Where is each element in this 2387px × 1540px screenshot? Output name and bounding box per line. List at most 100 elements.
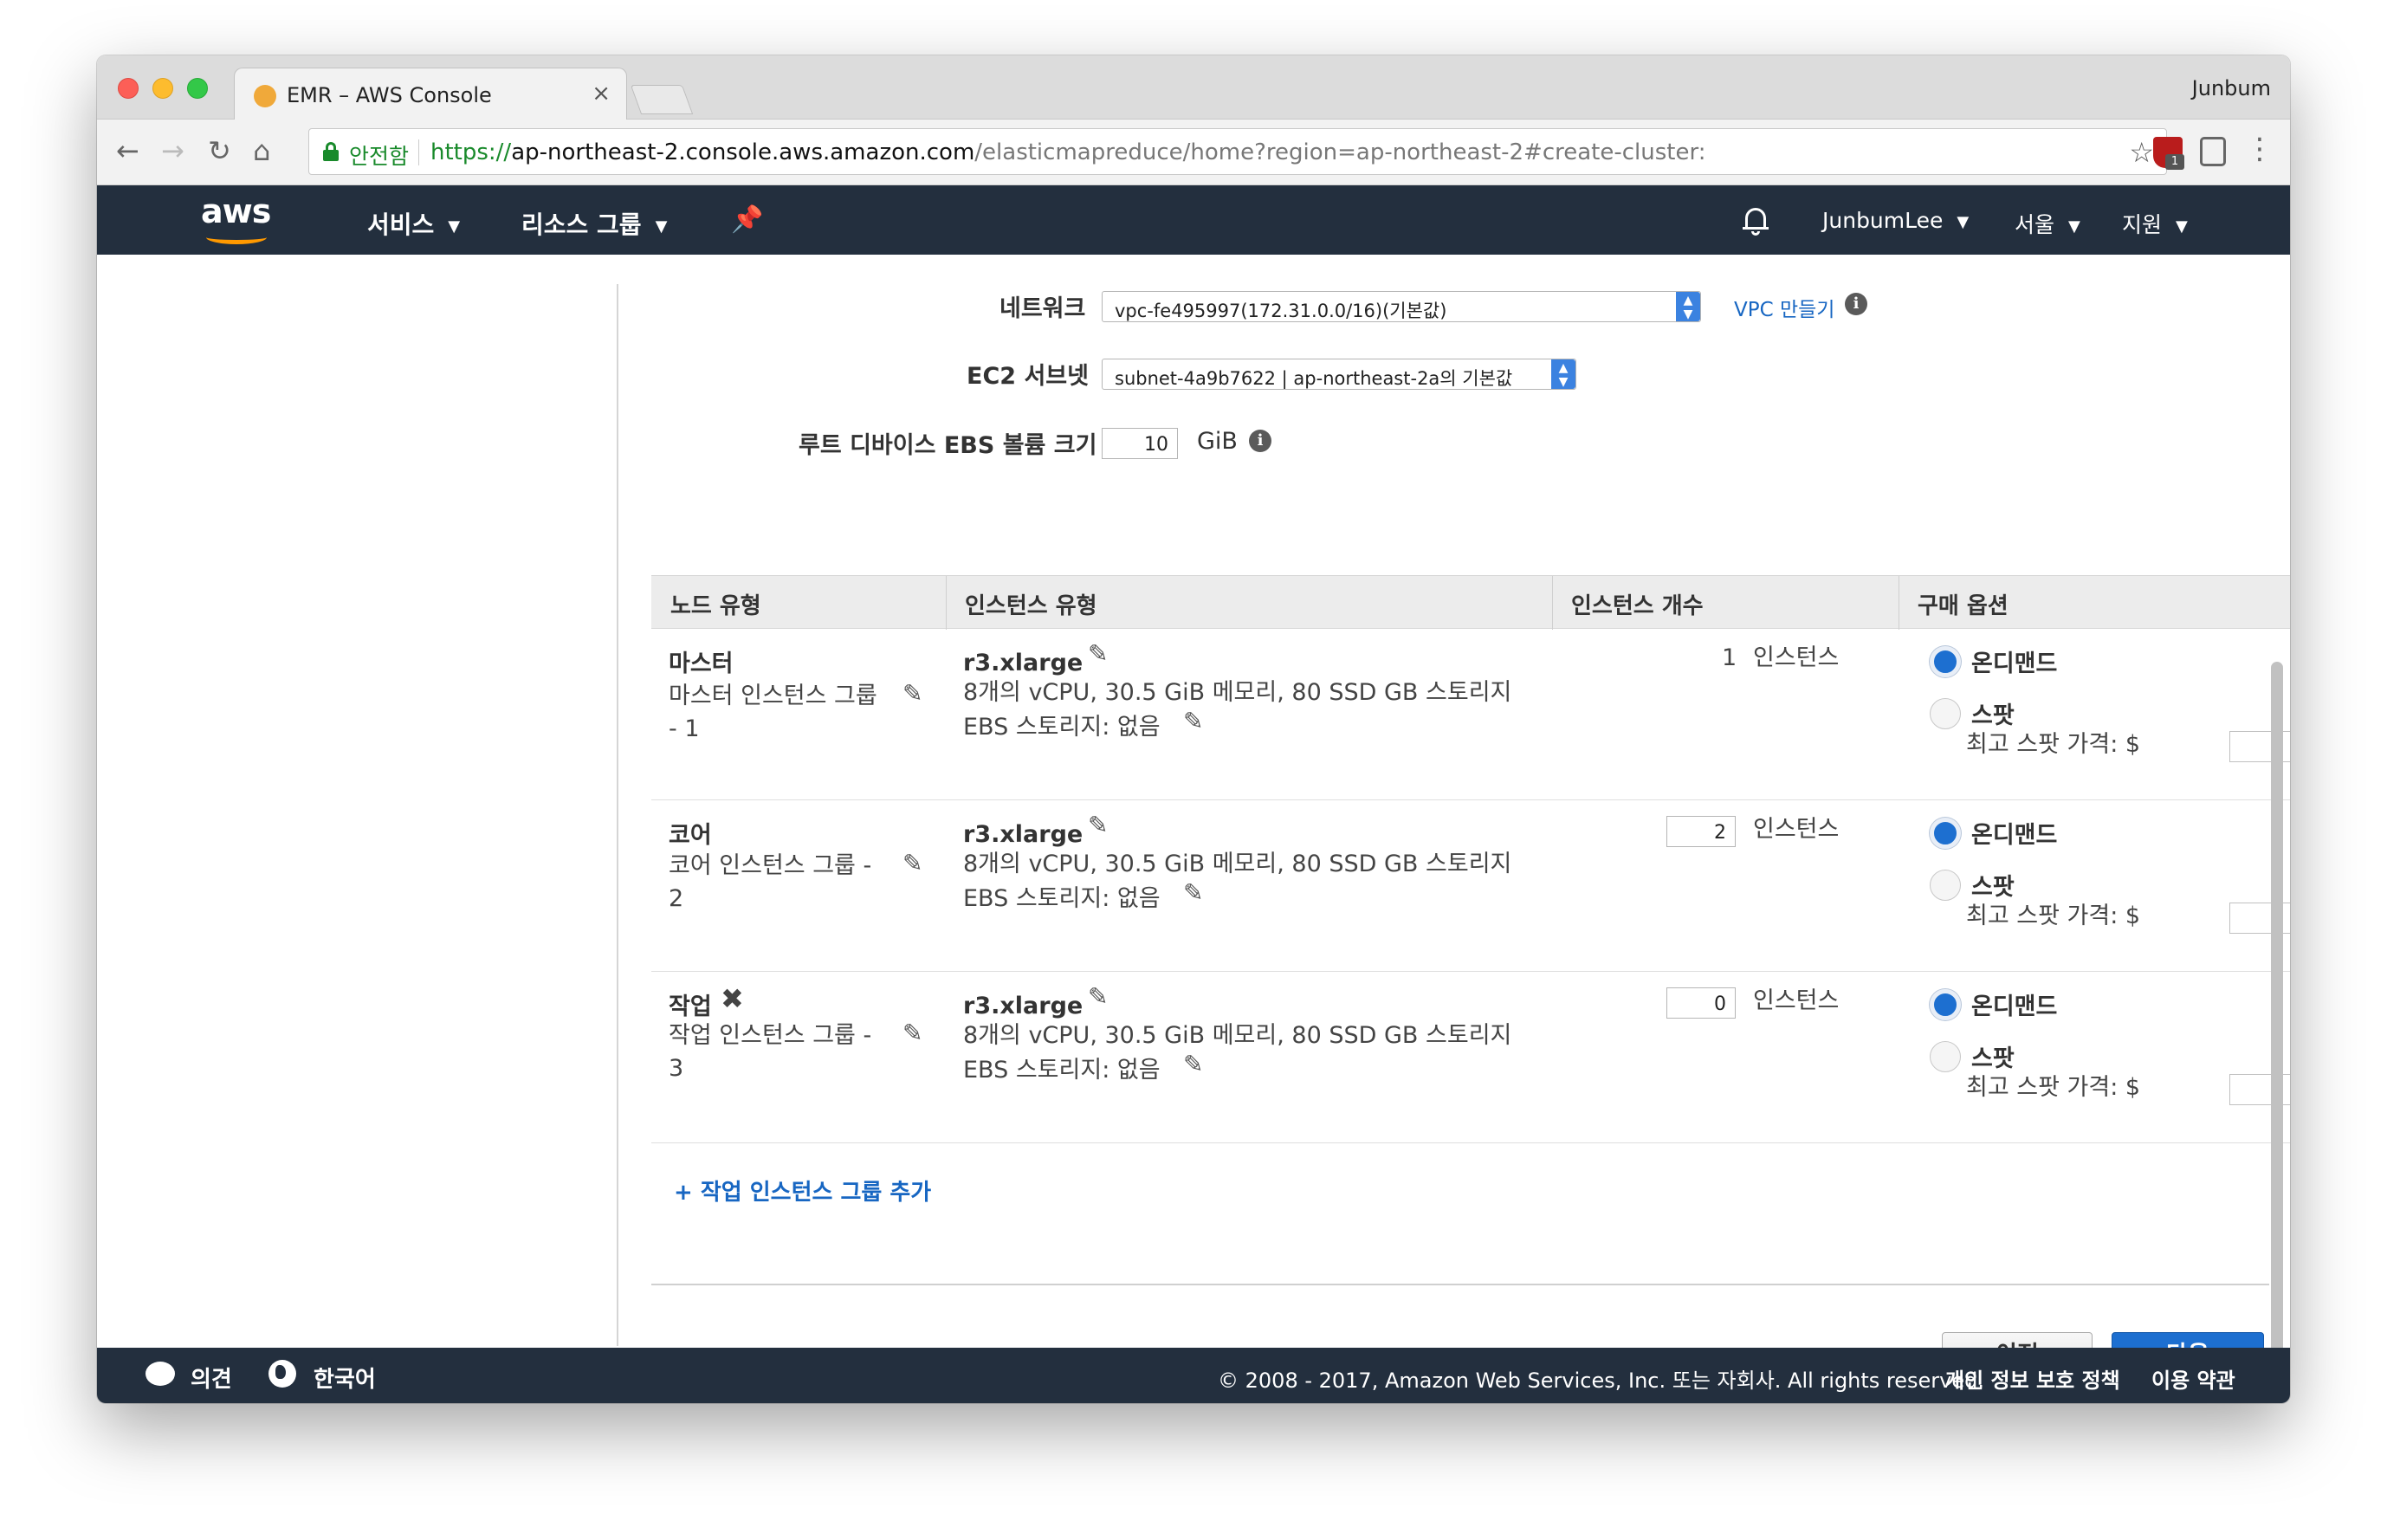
sidebar-divider — [617, 284, 618, 1346]
edit-pencil-icon[interactable]: ✎ — [1088, 811, 1108, 839]
close-window-button[interactable] — [118, 78, 139, 99]
instance-spec: 8개의 vCPU, 30.5 GiB 메모리, 80 SSD GB 스토리지 — [963, 1022, 1512, 1049]
header-node-type: 노드 유형 — [670, 593, 761, 619]
ebs-volume-label: 루트 디바이스 EBS 볼륨 크기 — [799, 432, 1097, 459]
spot-radio[interactable] — [1930, 698, 1961, 729]
table-row: 작업 ✖ 작업 인스턴스 그룹 - 3 ✎ r3.xlarge ✎ 8개의 vC… — [651, 972, 2290, 1143]
ondemand-radio[interactable] — [1930, 646, 1961, 677]
spot-price-label: 최고 스팟 가격: $ — [1966, 1074, 2141, 1101]
node-type: 작업 — [669, 993, 712, 1020]
new-tab-button[interactable] — [630, 85, 694, 114]
aws-favicon-icon — [254, 85, 276, 107]
services-menu[interactable]: 서비스 ▼ — [367, 206, 460, 241]
instance-count-unit: 인스턴스 — [1753, 644, 1840, 671]
main-content: 네트워크 vpc-fe495997(172.31.0.0/16)(기본값) ▲ ▼… — [97, 255, 2290, 1379]
reload-icon[interactable]: ↻ — [208, 137, 231, 165]
aws-navbar: aws 서비스 ▼ 리소스 그룹 ▼ 📌 JunbumLee ▼ 서울 ▼ 지원 ▼ — [97, 185, 2290, 255]
edit-pencil-icon[interactable]: ✎ — [902, 849, 922, 877]
spot-label[interactable]: 스팟 — [1971, 696, 2015, 730]
select-arrows-icon: ▲ ▼ — [1551, 359, 1575, 389]
chevron-down-icon: ▼ — [448, 217, 461, 236]
feedback-link[interactable]: 의견 — [191, 1362, 232, 1394]
user-menu[interactable]: JunbumLee ▼ — [1822, 208, 1969, 233]
spot-radio[interactable] — [1930, 1041, 1961, 1072]
ondemand-label[interactable]: 온디맨드 — [1971, 644, 2057, 678]
header-instance-type: 인스턴스 유형 — [965, 593, 1097, 619]
pin-icon[interactable]: 📌 — [731, 204, 763, 235]
instance-group-name: 작업 인스턴스 그룹 - — [669, 1022, 872, 1049]
ondemand-label[interactable]: 온디맨드 — [1971, 816, 2057, 850]
footer: 의견 한국어 © 2008 - 2017, Amazon Web Service… — [97, 1348, 2290, 1403]
browser-menu-icon[interactable]: ⋮ — [2245, 132, 2274, 166]
edit-pencil-icon[interactable]: ✎ — [1088, 982, 1108, 1011]
ebs-storage: EBS 스토리지: 없음 — [963, 885, 1161, 912]
edit-pencil-icon[interactable]: ✎ — [902, 1019, 922, 1047]
address-bar[interactable]: 안전함 https://ap-northeast-2.console.aws.a… — [308, 128, 2167, 175]
aws-logo[interactable]: aws — [201, 192, 288, 248]
back-arrow-icon[interactable]: ← — [116, 137, 139, 165]
chevron-down-icon: ▼ — [2068, 217, 2080, 236]
subnet-select[interactable]: subnet-4a9b7622 | ap-northeast-2a의 기본값 ▲… — [1102, 359, 1576, 390]
chevron-down-icon: ▼ — [655, 217, 668, 236]
select-arrows-icon: ▲ ▼ — [1676, 292, 1700, 321]
forward-arrow-icon[interactable]: → — [161, 137, 184, 165]
resource-groups-menu[interactable]: 리소스 그룹 ▼ — [521, 206, 667, 241]
instance-type[interactable]: r3.xlarge — [963, 821, 1083, 848]
browser-window: EMR – AWS Console × Junbum ← → ↻ ⌂ 안전함 h… — [97, 55, 2290, 1403]
bell-icon[interactable] — [1743, 204, 1769, 236]
lock-icon — [323, 142, 339, 161]
header-instance-count: 인스턴스 개수 — [1571, 593, 1704, 619]
ondemand-radio[interactable] — [1930, 989, 1961, 1020]
profile-name[interactable]: Junbum — [2192, 76, 2271, 100]
support-menu[interactable]: 지원 ▼ — [2122, 208, 2188, 239]
home-icon[interactable]: ⌂ — [253, 137, 270, 165]
instance-group-id: 2 — [669, 885, 684, 912]
url-text[interactable]: https://ap-northeast-2.console.aws.amazo… — [430, 139, 1705, 165]
instance-type[interactable]: r3.xlarge — [963, 993, 1083, 1019]
extension-icon[interactable] — [2200, 137, 2226, 166]
spot-radio[interactable] — [1930, 870, 1961, 901]
extension-badge: 1 — [2165, 154, 2184, 170]
scrollbar[interactable] — [2271, 662, 2283, 1356]
privacy-link[interactable]: 개인 정보 보호 정책 — [1945, 1363, 2120, 1394]
speech-bubble-icon[interactable] — [146, 1362, 175, 1386]
instance-count-input[interactable]: 2 — [1666, 816, 1736, 847]
node-type: 마스터 — [669, 650, 734, 677]
instance-table-header: 노드 유형 인스턴스 유형 인스턴스 개수 구매 옵션 — [651, 575, 2290, 630]
instance-count-unit: 인스턴스 — [1753, 987, 1840, 1014]
edit-pencil-icon[interactable]: ✎ — [1088, 639, 1108, 668]
info-icon[interactable]: i — [1845, 293, 1867, 315]
instance-count-input[interactable]: 0 — [1666, 987, 1736, 1019]
spot-label[interactable]: 스팟 — [1971, 1039, 2015, 1073]
ebs-volume-input[interactable]: 10 — [1102, 428, 1178, 459]
bookmark-star-icon[interactable]: ☆ — [2129, 136, 2154, 169]
globe-icon[interactable] — [268, 1360, 296, 1388]
node-type: 코어 — [669, 822, 712, 849]
info-icon[interactable]: i — [1249, 430, 1271, 452]
create-vpc-link[interactable]: VPC 만들기 — [1734, 293, 1834, 322]
tab-close-icon[interactable]: × — [592, 81, 611, 107]
edit-pencil-icon[interactable]: ✎ — [1183, 707, 1203, 735]
edit-pencil-icon[interactable]: ✎ — [1183, 878, 1203, 907]
edit-pencil-icon[interactable]: ✎ — [1183, 1050, 1203, 1078]
table-row: 마스터 마스터 인스턴스 그룹 - 1 ✎ r3.xlarge ✎ 8개의 vC… — [651, 629, 2290, 800]
instance-type[interactable]: r3.xlarge — [963, 650, 1083, 676]
instance-group-name: 마스터 인스턴스 그룹 — [669, 683, 877, 709]
instance-group-name: 코어 인스턴스 그룹 - — [669, 852, 872, 879]
instance-group-id: 3 — [669, 1055, 684, 1082]
language-selector[interactable]: 한국어 — [314, 1362, 376, 1394]
add-task-group-link[interactable]: + 작업 인스턴스 그룹 추가 — [674, 1174, 931, 1207]
terms-link[interactable]: 이용 약관 — [2151, 1363, 2235, 1394]
network-select[interactable]: vpc-fe495997(172.31.0.0/16)(기본값) ▲ ▼ — [1102, 291, 1701, 322]
ondemand-label[interactable]: 온디맨드 — [1971, 987, 2057, 1021]
ebs-unit: GiB — [1197, 428, 1238, 455]
remove-x-icon[interactable]: ✖ — [721, 982, 744, 1015]
ondemand-radio[interactable] — [1930, 818, 1961, 849]
region-menu[interactable]: 서울 ▼ — [2015, 208, 2080, 239]
minimize-window-button[interactable] — [152, 78, 173, 99]
edit-pencil-icon[interactable]: ✎ — [902, 679, 922, 708]
spot-label[interactable]: 스팟 — [1971, 868, 2015, 902]
browser-tab[interactable]: EMR – AWS Console × — [234, 68, 627, 121]
table-row: 코어 코어 인스턴스 그룹 - 2 ✎ r3.xlarge ✎ 8개의 vCPU… — [651, 800, 2290, 972]
zoom-window-button[interactable] — [187, 78, 208, 99]
